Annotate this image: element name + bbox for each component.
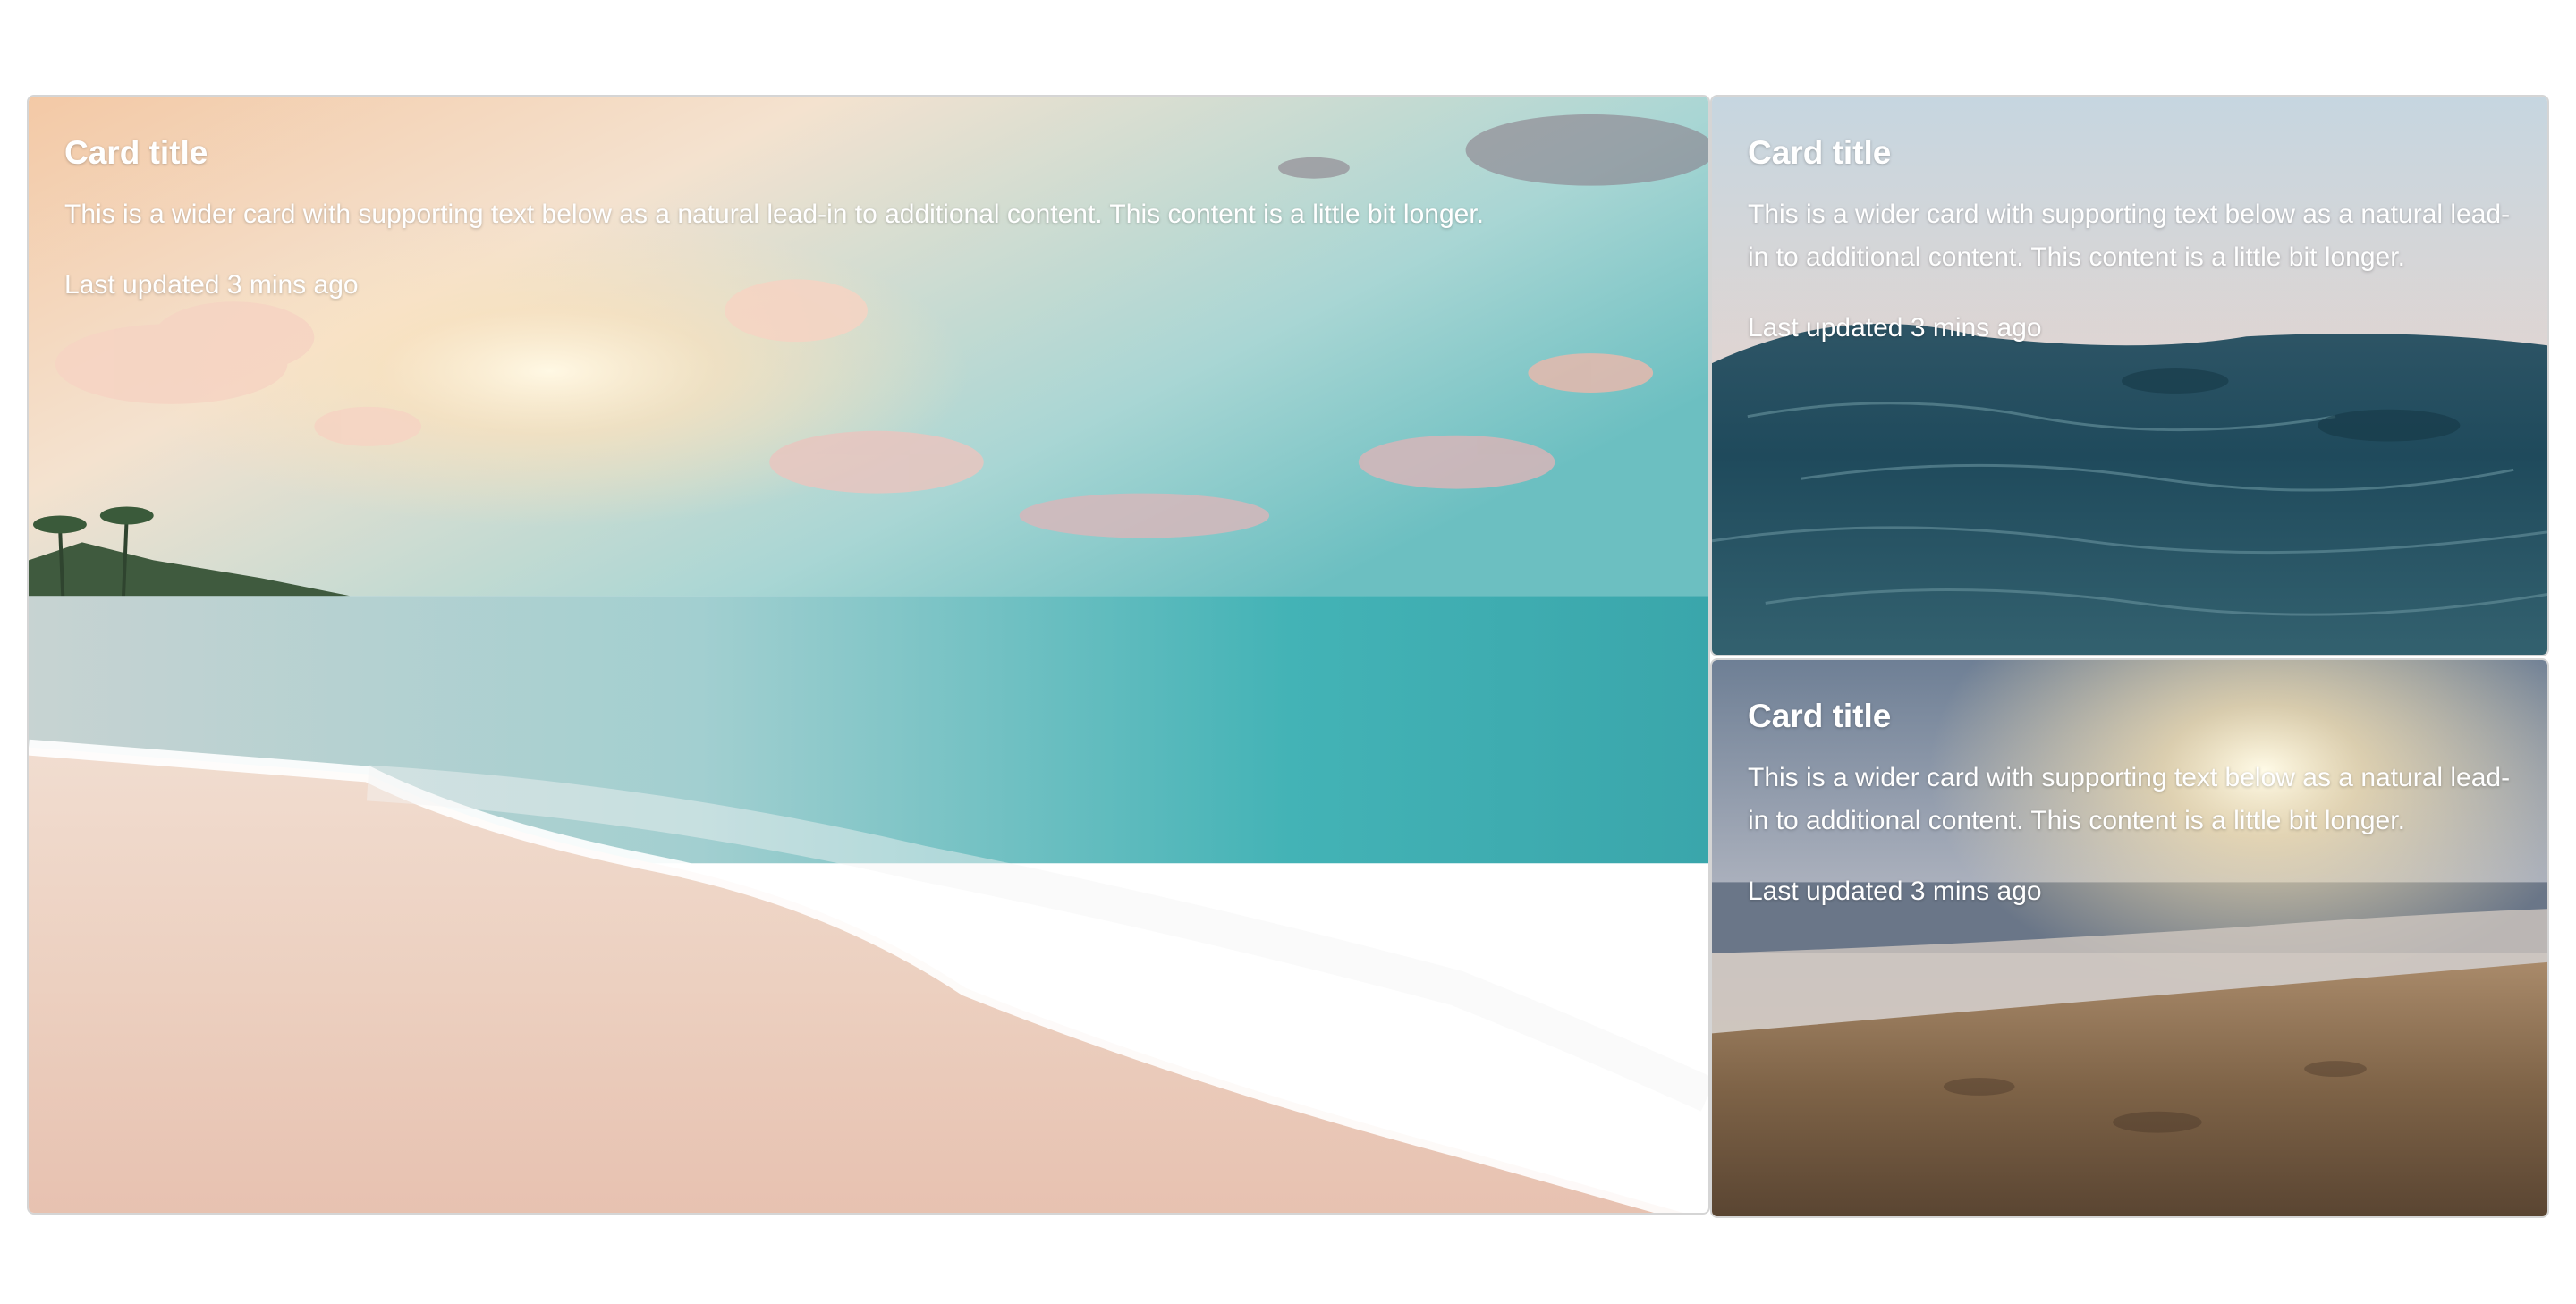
card-body: Card title This is a wider card with sup… [1748,696,2512,913]
card-group: Card title This is a wider card with sup… [27,95,2549,1218]
card-updated: Last updated 3 mins ago [64,270,359,301]
card-body: Card title This is a wider card with sup… [1748,132,2512,350]
card-updated: Last updated 3 mins ago [1748,876,2042,907]
card-text: This is a wider card with supporting tex… [1748,199,2511,273]
card-ocean: Card title This is a wider card with sup… [1710,95,2549,656]
card-text: This is a wider card with supporting tex… [64,199,1484,230]
card-text: This is a wider card with supporting tex… [1748,763,2511,836]
card-body: Card title This is a wider card with sup… [64,132,1673,307]
card-title: Card title [1748,134,1892,171]
card-title: Card title [64,134,208,171]
card-updated: Last updated 3 mins ago [1748,313,2042,343]
card-title: Card title [1748,698,1892,734]
card-beach: Card title This is a wider card with sup… [27,95,1710,1215]
card-sunrise: Card title This is a wider card with sup… [1710,658,2549,1218]
